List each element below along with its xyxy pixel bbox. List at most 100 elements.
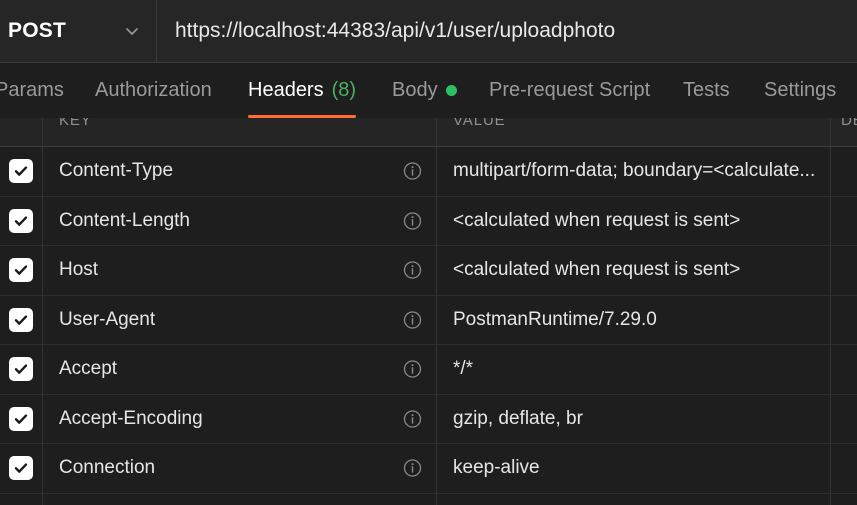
header-key-text: User-Agent	[59, 308, 156, 330]
header-value-text: PostmanRuntime/7.29.0	[453, 308, 657, 330]
row-key-cell[interactable]: User-Agent	[42, 295, 436, 344]
header-key-text: Content-Type	[59, 160, 174, 182]
tab-tests[interactable]: Tests	[683, 63, 730, 118]
header-key-text: Host	[59, 259, 99, 281]
header-value-text: <calculated when request is sent>	[453, 209, 741, 231]
row-value-cell[interactable]: keep-alive	[436, 444, 830, 493]
tab-headers-label: Headers	[248, 79, 324, 101]
tab-authorization-label: Authorization	[95, 79, 212, 101]
table-row: Content-Type multipart/form-data; boundar…	[0, 147, 857, 197]
column-header-key: KEY	[59, 118, 92, 129]
row-description-cell[interactable]	[830, 196, 857, 245]
row-key-cell[interactable]: Accept	[42, 345, 436, 394]
headers-table-body: Content-Type multipart/form-data; boundar…	[0, 147, 857, 505]
row-checkbox-cell	[0, 246, 42, 295]
header-enabled-checkbox[interactable]	[9, 258, 33, 283]
table-row: Content-Length <calculated when request i…	[0, 196, 857, 246]
header-enabled-checkbox[interactable]	[9, 357, 33, 382]
row-checkbox-cell	[0, 197, 42, 246]
tab-pre-request-script[interactable]: Pre-request Script	[489, 63, 650, 118]
tab-settings[interactable]: Settings	[764, 63, 836, 118]
body-present-dot-icon	[445, 85, 457, 96]
header-value-text: multipart/form-data; boundary=<calculate…	[453, 160, 816, 182]
http-method-dropdown[interactable]: POST	[0, 0, 157, 62]
headers-table: KEY VALUE DE Content-Type multipart/form-…	[0, 118, 857, 505]
row-key-cell[interactable]: Content-Type	[42, 147, 436, 196]
tab-params[interactable]: Params	[0, 63, 64, 118]
header-key-text: Accept-Encoding	[59, 407, 203, 429]
header-col-description: DE	[830, 118, 857, 146]
header-enabled-checkbox[interactable]	[9, 159, 33, 184]
header-enabled-checkbox[interactable]	[9, 406, 33, 431]
header-col-value: VALUE	[436, 118, 830, 146]
table-row	[0, 493, 857, 505]
tab-tests-label: Tests	[683, 79, 730, 101]
request-tabs: Params Authorization Headers (8) Body Pr…	[0, 63, 857, 118]
header-enabled-checkbox[interactable]	[9, 456, 33, 481]
row-key-cell[interactable]: Content-Length	[42, 196, 436, 245]
row-checkbox-cell	[0, 296, 42, 345]
url-input[interactable]: https://localhost:44383/api/v1/user/uplo…	[157, 0, 857, 62]
header-col-checkbox	[0, 118, 42, 146]
row-value-cell[interactable]: <calculated when request is sent>	[436, 246, 830, 295]
tab-body[interactable]: Body	[392, 63, 457, 118]
row-value-cell[interactable]: multipart/form-data; boundary=<calculate…	[436, 147, 830, 196]
header-enabled-checkbox[interactable]	[9, 307, 33, 332]
row-value-cell[interactable]: gzip, deflate, br	[436, 394, 830, 443]
row-checkbox-cell	[0, 395, 42, 444]
info-icon[interactable]	[403, 261, 422, 280]
row-description-cell[interactable]	[830, 246, 857, 295]
header-key-text: Connection	[59, 457, 156, 479]
tab-pre-request-script-label: Pre-request Script	[489, 79, 651, 101]
row-key-cell[interactable]: Accept-Encoding	[42, 394, 436, 443]
header-value-text: <calculated when request is sent>	[453, 259, 741, 281]
info-icon[interactable]	[403, 310, 422, 329]
header-key-text: Accept	[59, 358, 118, 380]
row-description-cell[interactable]	[830, 493, 857, 505]
info-icon[interactable]	[403, 409, 422, 428]
tab-headers-count: (8)	[331, 79, 357, 101]
row-checkbox-cell	[0, 444, 42, 493]
header-key-text: Content-Length	[59, 209, 190, 231]
row-value-cell[interactable]	[436, 493, 830, 505]
tab-body-label: Body	[392, 79, 438, 101]
row-value-cell[interactable]: <calculated when request is sent>	[436, 196, 830, 245]
header-col-key: KEY	[42, 118, 436, 146]
column-header-description: DE	[841, 118, 857, 129]
info-icon[interactable]	[403, 360, 422, 379]
row-value-cell[interactable]: PostmanRuntime/7.29.0	[436, 295, 830, 344]
column-header-value: VALUE	[453, 118, 506, 129]
tab-authorization[interactable]: Authorization	[95, 63, 212, 118]
header-enabled-checkbox[interactable]	[9, 208, 33, 233]
table-row: Accept-Encoding gzip, deflate, br	[0, 394, 857, 444]
row-description-cell[interactable]	[830, 394, 857, 443]
table-row: Connection keep-alive	[0, 444, 857, 494]
tab-settings-label: Settings	[764, 79, 837, 101]
row-key-cell[interactable]: Connection	[42, 444, 436, 493]
headers-table-header-row: KEY VALUE DE	[0, 118, 857, 147]
request-url-bar: POST https://localhost:44383/api/v1/user…	[0, 0, 857, 63]
chevron-down-icon	[124, 23, 140, 39]
table-row: User-Agent PostmanRuntime/7.29.0	[0, 295, 857, 345]
url-text: https://localhost:44383/api/v1/user/uplo…	[175, 19, 616, 42]
header-value-text: gzip, deflate, br	[453, 407, 583, 429]
row-description-cell[interactable]	[830, 444, 857, 493]
row-key-cell[interactable]: Host	[42, 246, 436, 295]
info-icon[interactable]	[403, 211, 422, 230]
row-description-cell[interactable]	[830, 345, 857, 394]
row-description-cell[interactable]	[830, 147, 857, 196]
info-icon[interactable]	[403, 459, 422, 478]
row-description-cell[interactable]	[830, 295, 857, 344]
tab-headers[interactable]: Headers (8)	[248, 63, 357, 118]
header-value-text: keep-alive	[453, 457, 540, 479]
info-icon[interactable]	[403, 162, 422, 181]
row-value-cell[interactable]: */*	[436, 345, 830, 394]
row-checkbox-cell	[0, 345, 42, 394]
postman-request-pane: POST https://localhost:44383/api/v1/user…	[0, 0, 857, 505]
row-key-cell[interactable]	[42, 493, 436, 505]
header-value-text: */*	[453, 358, 474, 380]
http-method-label: POST	[8, 19, 66, 42]
row-checkbox-cell	[0, 147, 42, 196]
tab-params-label: Params	[0, 79, 64, 101]
table-row: Host <calculated when request is sent>	[0, 246, 857, 296]
